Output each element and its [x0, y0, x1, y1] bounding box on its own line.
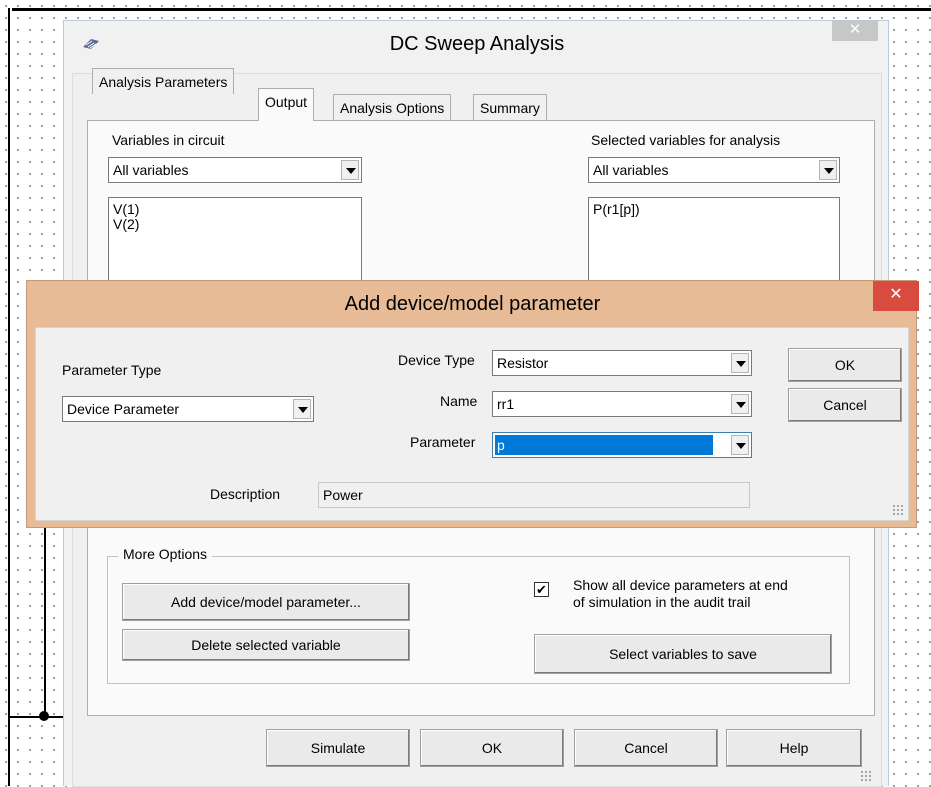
show-all-params-checkbox[interactable]: ✔ [534, 582, 549, 597]
selected-variables-list[interactable]: P(r1[p]) [588, 197, 840, 287]
selection-highlight [495, 435, 713, 455]
chevron-down-icon[interactable] [731, 394, 749, 414]
chevron-down-icon[interactable] [341, 160, 359, 180]
ok-button[interactable]: OK [420, 729, 564, 767]
chevron-down-icon[interactable] [819, 160, 837, 180]
select-variables-to-save-button[interactable]: Select variables to save [534, 634, 832, 674]
schematic-frame-top [12, 8, 931, 11]
cancel-button[interactable]: Cancel [574, 729, 718, 767]
description-field: Power [318, 482, 750, 508]
variables-in-circuit-list[interactable]: V(1) V(2) [108, 197, 362, 287]
resize-grip[interactable] [892, 504, 904, 516]
description-label: Description [210, 486, 281, 502]
chevron-down-icon[interactable] [293, 399, 311, 419]
variables-in-circuit-filter[interactable]: All variables [108, 157, 362, 183]
name-select[interactable]: rr1 [492, 391, 752, 417]
close-button[interactable]: ✕ [832, 21, 878, 41]
show-all-params-line2: of simulation in the audit trail [573, 594, 751, 610]
list-item[interactable]: V(2) [113, 217, 357, 232]
schematic-frame-left [8, 8, 10, 786]
dialog-title: Add device/model parameter [344, 293, 601, 315]
parameter-select[interactable]: p [492, 432, 752, 458]
name-label: Name [440, 393, 478, 409]
device-type-select[interactable]: Resistor [492, 350, 752, 376]
tab-analysis-options[interactable]: Analysis Options [333, 94, 452, 120]
parameter-type-value: Device Parameter [67, 401, 180, 417]
device-type-label: Device Type [398, 352, 475, 368]
list-item[interactable]: V(1) [113, 202, 357, 217]
selected-variables-filter[interactable]: All variables [588, 157, 840, 183]
name-value: rr1 [497, 396, 515, 412]
dialog-title: DC Sweep Analysis [389, 33, 565, 55]
selected-filter-value: All variables [593, 162, 669, 178]
device-type-value: Resistor [497, 355, 549, 371]
more-options-legend: More Options [118, 546, 213, 562]
tab-summary[interactable]: Summary [473, 94, 547, 120]
selected-variables-label: Selected variables for analysis [591, 132, 781, 148]
delete-selected-variable-button[interactable]: Delete selected variable [122, 629, 410, 661]
resize-grip[interactable] [860, 770, 872, 782]
schematic-wire [8, 716, 66, 718]
simulate-button[interactable]: Simulate [266, 729, 410, 767]
dialog-client-area: Parameter Type Device Parameter Device T… [35, 327, 909, 521]
show-all-params-label: Show all device parameters at end of sim… [573, 577, 788, 611]
tab-analysis-parameters[interactable]: Analysis Parameters [92, 68, 235, 94]
parameter-type-label: Parameter Type [62, 362, 162, 378]
parameter-type-select[interactable]: Device Parameter [62, 396, 314, 422]
cancel-button[interactable]: Cancel [788, 388, 902, 422]
parameter-label: Parameter [410, 434, 476, 450]
schematic-junction-dot [39, 711, 49, 721]
close-button[interactable]: ✕ [873, 281, 919, 311]
tab-output[interactable]: Output [258, 88, 315, 121]
add-device-model-parameter-button[interactable]: Add device/model parameter... [122, 583, 410, 621]
chevron-down-icon[interactable] [731, 435, 749, 455]
help-button[interactable]: Help [726, 729, 862, 767]
variables-filter-value: All variables [113, 162, 189, 178]
ok-button[interactable]: OK [788, 348, 902, 382]
parameter-value: p [497, 437, 505, 453]
add-device-model-parameter-dialog: Add device/model parameter ✕ Parameter T… [26, 280, 919, 528]
show-all-params-line1: Show all device parameters at end [573, 577, 788, 593]
list-item[interactable]: P(r1[p]) [593, 202, 835, 217]
variables-in-circuit-label: Variables in circuit [112, 132, 225, 148]
chevron-down-icon[interactable] [731, 353, 749, 373]
